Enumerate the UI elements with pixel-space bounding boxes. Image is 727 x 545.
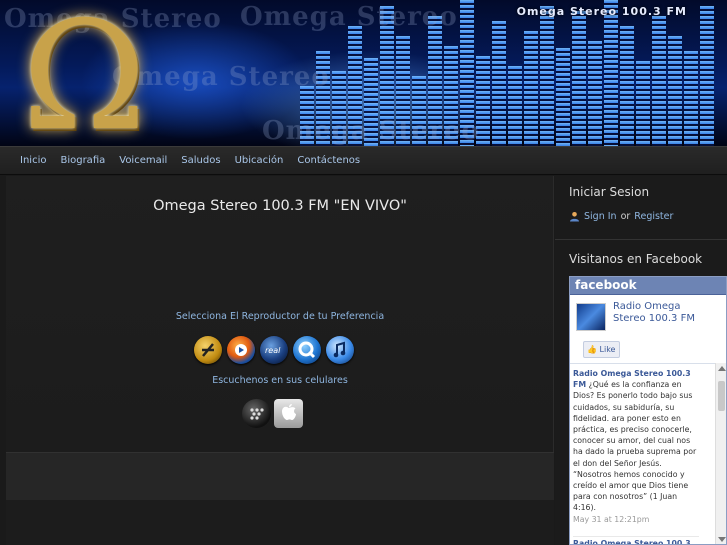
- equalizer-bar: [540, 6, 554, 146]
- mobile-text: Escuchenos en sus celulares: [212, 375, 348, 386]
- station-title: Omega Stereo 100.3 FM: [516, 5, 687, 18]
- equalizer-bar: [492, 21, 506, 146]
- equalizer-bar: [588, 41, 602, 146]
- equalizer-bar: [652, 16, 666, 146]
- main-content: Omega Stereo 100.3 FM "EN VIVO" Seleccio…: [6, 176, 554, 545]
- page-title: Omega Stereo 100.3 FM "EN VIVO": [153, 198, 407, 214]
- equalizer-bar: [668, 36, 682, 146]
- nav-item-inicio[interactable]: Inicio: [13, 147, 53, 175]
- login-heading: Iniciar Sesion: [569, 185, 650, 199]
- login-links: Sign In or Register: [569, 211, 673, 222]
- svg-text:real: real: [265, 346, 281, 355]
- equalizer-bar: [556, 48, 570, 146]
- user-icon: [570, 212, 579, 222]
- equalizer-bar: [604, 0, 618, 146]
- equalizer-bar: [620, 26, 634, 146]
- facebook-post: Radio Omega Stereo 100.3 FM ¿Qué es la c…: [573, 368, 699, 514]
- post-text: ¿Qué es la confianza en Dios? Es ponerlo…: [573, 380, 697, 513]
- blackberry-icon[interactable]: [242, 399, 271, 428]
- main-nav: Inicio Biografia Voicemail Saludos Ubica…: [0, 146, 727, 175]
- equalizer-bar: [508, 66, 522, 146]
- windows-media-player-icon[interactable]: [227, 336, 255, 364]
- scroll-up-icon[interactable]: [718, 366, 726, 371]
- scrollbar-thumb[interactable]: [718, 381, 725, 411]
- realplayer-icon[interactable]: real: [260, 336, 288, 364]
- register-link[interactable]: Register: [634, 211, 673, 222]
- live-player-panel: Omega Stereo 100.3 FM "EN VIVO" Seleccio…: [6, 176, 554, 452]
- sidebar-divider: [555, 239, 727, 240]
- facebook-widget: facebook Radio Omega Stereo 100.3 FM 👍 L…: [569, 276, 727, 545]
- facebook-like-button[interactable]: 👍 Like: [583, 341, 620, 358]
- facebook-heading: Visitanos en Facebook: [569, 252, 703, 266]
- apple-icon[interactable]: [274, 399, 303, 428]
- player-select-text: Selecciona El Reproductor de tu Preferen…: [175, 311, 385, 322]
- nav-item-saludos[interactable]: Saludos: [174, 147, 227, 175]
- sign-in-link[interactable]: Sign In: [584, 211, 617, 222]
- equalizer-bar: [636, 61, 650, 146]
- thumbs-up-icon: 👍: [587, 345, 597, 354]
- next-post-author[interactable]: Radio Omega Stereo 100.3: [573, 536, 699, 544]
- scroll-down-icon[interactable]: [718, 537, 726, 542]
- equalizer-bar: [524, 31, 538, 146]
- equalizer-bar: [684, 51, 698, 146]
- page: Omega Stereo Omega Stereo Omega Stereo O…: [0, 0, 727, 545]
- facebook-brand: facebook: [570, 277, 726, 295]
- header-watermark: Omega Stereo: [262, 116, 480, 146]
- nav-item-ubicacion[interactable]: Ubicación: [228, 147, 291, 175]
- itunes-icon[interactable]: [326, 336, 354, 364]
- equalizer-bar: [572, 11, 586, 146]
- post-timestamp[interactable]: May 31 at 12:21pm: [573, 515, 649, 524]
- header-watermark: Omega Stereo: [240, 2, 458, 32]
- quicktime-icon[interactable]: [293, 336, 321, 364]
- header-banner: Omega Stereo Omega Stereo Omega Stereo O…: [0, 0, 727, 146]
- sidebar: Iniciar Sesion Sign In or Register Visit…: [555, 176, 727, 545]
- nav-item-contactenos[interactable]: Contáctenos: [290, 147, 367, 175]
- facebook-feed: Radio Omega Stereo 100.3 FM ¿Qué es la c…: [570, 363, 715, 544]
- content-footer-band: [6, 452, 554, 500]
- nav-item-voicemail[interactable]: Voicemail: [112, 147, 174, 175]
- mobile-buttons: [242, 399, 303, 428]
- facebook-page-name[interactable]: Radio Omega Stereo 100.3 FM: [613, 301, 705, 325]
- equalizer-bar: [700, 6, 714, 146]
- nav-item-biografia[interactable]: Biografia: [53, 147, 112, 175]
- omega-logo-icon: Ω: [22, 0, 147, 146]
- facebook-feed-scrollbar[interactable]: [715, 363, 726, 544]
- player-buttons: real: [194, 336, 354, 364]
- or-text: or: [620, 211, 631, 222]
- winamp-icon[interactable]: [194, 336, 222, 364]
- facebook-page-thumbnail[interactable]: [576, 303, 606, 331]
- like-label: Like: [599, 345, 616, 354]
